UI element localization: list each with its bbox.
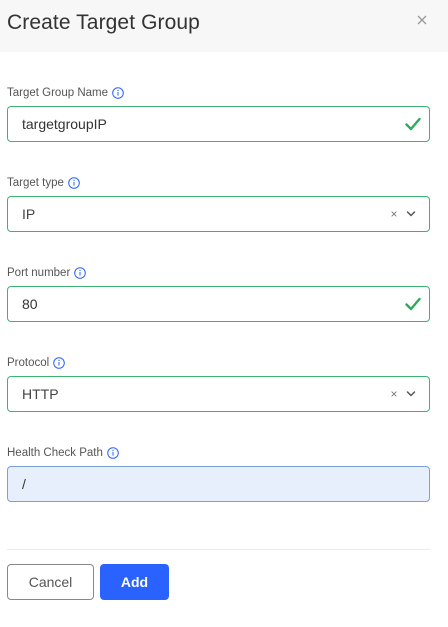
target-type-label: Target type — [7, 177, 80, 189]
clear-icon[interactable]: × — [389, 207, 399, 221]
target-group-name-label: Target Group Name — [7, 87, 124, 99]
health-check-path-field[interactable] — [7, 466, 430, 502]
protocol-select[interactable]: HTTP × — [7, 376, 430, 412]
add-button[interactable]: Add — [100, 564, 169, 600]
target-type-label-text: Target type — [7, 177, 64, 189]
footer-divider — [7, 549, 430, 550]
health-check-path-label-text: Health Check Path — [7, 447, 103, 459]
target-type-select[interactable]: IP × — [7, 196, 430, 232]
chevron-down-icon[interactable] — [406, 390, 416, 398]
check-icon — [405, 297, 421, 311]
info-icon[interactable] — [107, 447, 119, 459]
target-group-name-label-text: Target Group Name — [7, 87, 108, 99]
target-group-name-input[interactable] — [8, 107, 429, 141]
close-button[interactable] — [414, 12, 430, 28]
info-icon[interactable] — [53, 357, 65, 369]
close-icon — [417, 15, 427, 25]
port-number-field[interactable] — [7, 286, 430, 322]
info-icon[interactable] — [112, 87, 124, 99]
protocol-label: Protocol — [7, 357, 65, 369]
port-number-label: Port number — [7, 267, 87, 279]
port-number-label-text: Port number — [7, 267, 71, 279]
protocol-value: HTTP — [22, 386, 59, 402]
target-group-name-field[interactable] — [7, 106, 430, 142]
target-type-value: IP — [22, 206, 36, 222]
check-icon — [405, 117, 421, 131]
chevron-down-icon[interactable] — [406, 210, 416, 218]
health-check-path-label: Health Check Path — [7, 447, 119, 459]
cancel-button[interactable]: Cancel — [7, 564, 94, 600]
health-check-path-input[interactable] — [8, 467, 429, 501]
modal-title: Create Target Group — [7, 11, 200, 34]
protocol-label-text: Protocol — [7, 357, 50, 369]
create-target-group-modal: Create Target Group Target Group Name Ta… — [0, 0, 448, 627]
modal-header: Create Target Group — [0, 0, 448, 52]
clear-icon[interactable]: × — [389, 387, 399, 401]
info-icon[interactable] — [68, 177, 80, 189]
info-icon[interactable] — [74, 267, 87, 279]
port-number-input[interactable] — [8, 287, 429, 321]
